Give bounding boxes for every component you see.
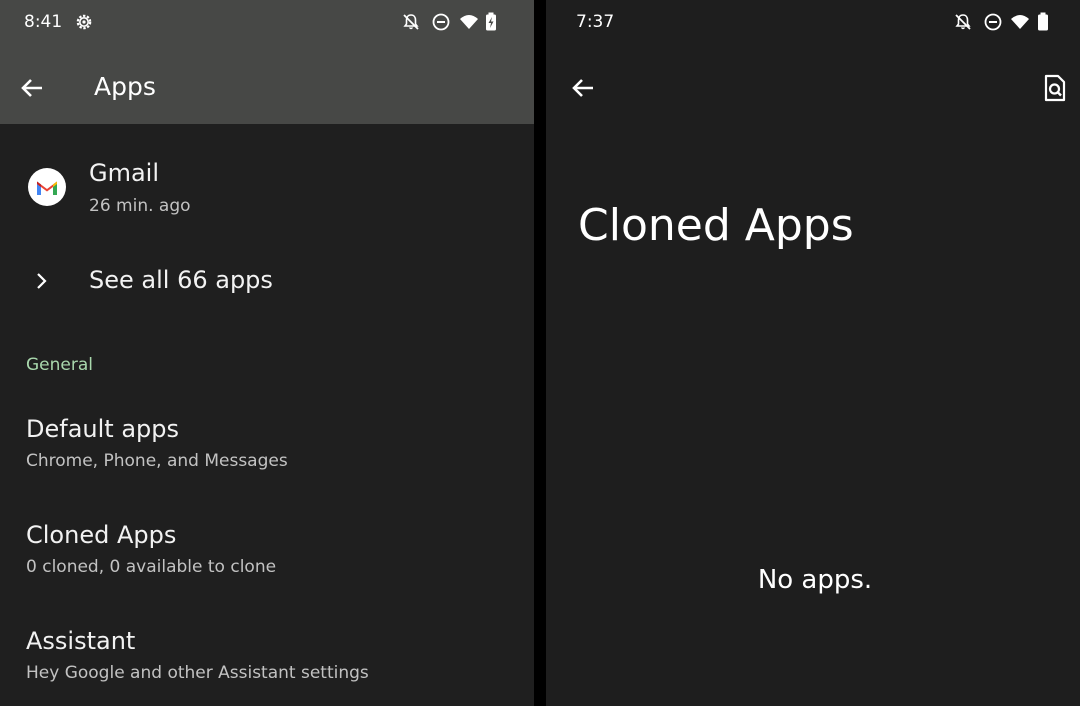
gmail-icon — [28, 168, 66, 206]
search-settings-icon[interactable] — [1042, 74, 1068, 102]
status-time: 8:41 — [24, 12, 63, 32]
settings-gear-icon — [76, 14, 92, 30]
do-not-disturb-icon — [432, 13, 450, 31]
wifi-icon — [1011, 15, 1029, 29]
section-header-general: General — [26, 355, 93, 375]
status-bar: 7:37 — [546, 0, 1080, 48]
page-title: Cloned Apps — [578, 200, 854, 251]
notifications-off-icon — [403, 14, 419, 30]
see-all-apps-label: See all 66 apps — [89, 266, 273, 294]
gmail-logo-icon — [37, 181, 57, 195]
recent-app-name: Gmail — [89, 159, 160, 187]
list-item-subtitle: Hey Google and other Assistant settings — [26, 663, 369, 683]
list-item-title: Cloned Apps — [26, 521, 177, 549]
page-title: Apps — [94, 72, 156, 101]
recent-app-time: 26 min. ago — [89, 196, 191, 216]
wifi-icon — [460, 15, 478, 29]
status-time: 7:37 — [576, 12, 615, 32]
back-arrow-icon[interactable] — [19, 75, 45, 101]
empty-state-message: No apps. — [757, 565, 873, 595]
notifications-off-icon — [955, 14, 971, 30]
list-item-title: Default apps — [26, 415, 179, 443]
battery-charging-icon — [486, 12, 496, 31]
battery-icon — [1038, 12, 1048, 31]
list-item-title: Assistant — [26, 627, 136, 655]
list-item-subtitle: Chrome, Phone, and Messages — [26, 451, 288, 471]
back-arrow-icon[interactable] — [570, 75, 596, 101]
apps-settings-screen: 8:41 Apps Gmail 26 min. ago See all 66 a… — [0, 0, 534, 706]
cloned-apps-screen: 7:37 Cloned Apps No apps. — [546, 0, 1080, 706]
chevron-right-icon — [37, 273, 47, 289]
list-item-subtitle: 0 cloned, 0 available to clone — [26, 557, 277, 577]
status-bar: 8:41 — [0, 0, 534, 48]
do-not-disturb-icon — [984, 13, 1002, 31]
